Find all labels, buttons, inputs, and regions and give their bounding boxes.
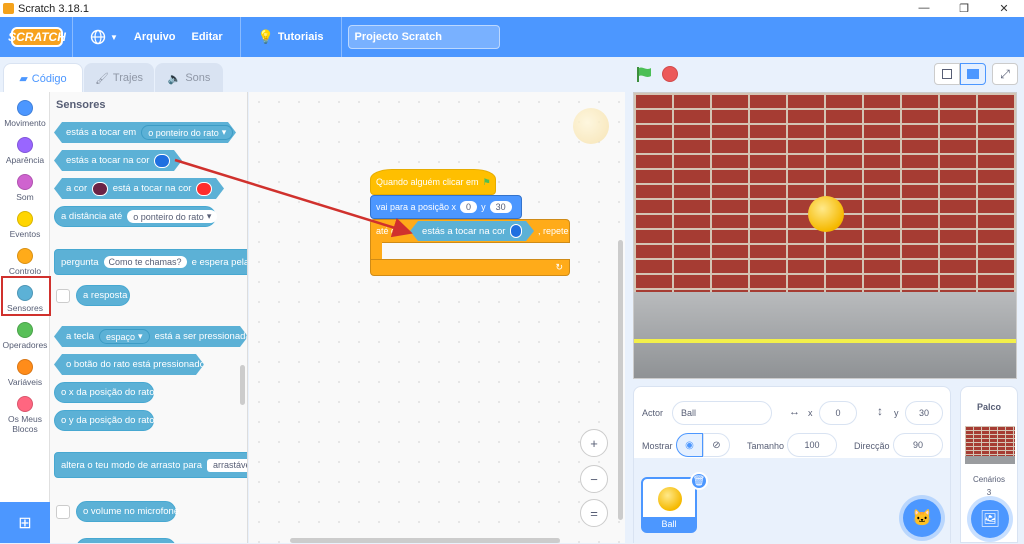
sprite-info-pane: Actor Ball ↔ x 0 ↕ y 30 Mostrar ◉ ⊘ Tama… [633, 386, 951, 544]
ball-sprite[interactable] [808, 196, 844, 232]
show-label: Mostrar [642, 441, 673, 451]
large-stage-icon [967, 69, 979, 79]
backdrops-label: Cenários [972, 475, 1005, 484]
y-label: y [894, 408, 899, 418]
y-arrows-icon: ↕ [877, 404, 883, 418]
choose-backdrop-button[interactable]: 🖼 [971, 500, 1009, 538]
sprite-thumbnail[interactable]: Ball 🗑 [641, 472, 708, 533]
x-input[interactable]: 0 [819, 401, 857, 425]
brick-wall-backdrop [634, 93, 1016, 292]
ball-thumbnail-image [658, 487, 682, 511]
show-visible-button[interactable]: ◉ [676, 433, 703, 457]
stage-target-pane[interactable]: Palco Cenários 3 🖼 [960, 386, 1018, 543]
image-add-icon: 🖼 [979, 511, 1001, 528]
x-arrows-icon: ↔ [789, 406, 800, 418]
stage-pane-title: Palco [976, 402, 1001, 412]
sprite-name-input[interactable]: Ball [672, 401, 772, 425]
small-stage-icon [942, 69, 952, 79]
direction-label: Direcção [854, 441, 890, 451]
trash-icon: 🗑 [692, 475, 706, 487]
large-stage-button[interactable] [960, 63, 986, 85]
road-backdrop [634, 292, 1016, 378]
small-stage-button[interactable] [934, 63, 960, 85]
sprite-thumbnail-name: Ball [643, 517, 695, 531]
x-label: x [808, 408, 813, 418]
size-input[interactable]: 100 [787, 433, 837, 457]
direction-input[interactable]: 90 [893, 433, 943, 457]
stop-icon[interactable] [662, 66, 678, 82]
y-input[interactable]: 30 [905, 401, 943, 425]
size-label: Tamanho [747, 441, 785, 451]
eye-icon: ◉ [685, 439, 694, 451]
hide-button[interactable]: ⊘ [703, 433, 730, 457]
backdrop-thumbnail [965, 426, 1015, 464]
eye-slash-icon: ⊘ [712, 439, 721, 451]
stage-controls: ⤢ [625, 57, 1024, 92]
delete-sprite-button[interactable]: 🗑 [690, 472, 708, 490]
green-flag-icon[interactable] [635, 65, 653, 83]
choose-sprite-button[interactable]: 🐱 [903, 499, 941, 537]
fullscreen-button[interactable]: ⤢ [992, 63, 1018, 85]
fullscreen-icon: ⤢ [1000, 67, 1010, 81]
actor-label: Actor [642, 408, 664, 418]
backdrops-count: 3 [986, 488, 992, 497]
road-line [634, 339, 1016, 343]
sprite-list: Ball 🗑 🐱 [634, 458, 950, 544]
stage-canvas[interactable] [633, 92, 1017, 379]
cat-add-icon: 🐱 [912, 510, 932, 527]
